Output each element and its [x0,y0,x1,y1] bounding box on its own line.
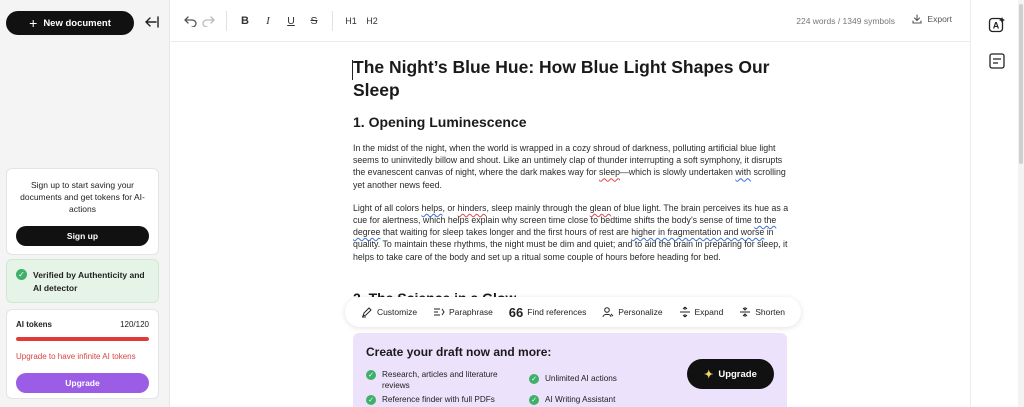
verified-text: Verified by Authenticity and AI detector [33,270,145,293]
personalize-label: Personalize [618,307,663,317]
expand-label: Expand [694,307,724,317]
document-list-icon[interactable] [987,51,1007,71]
paraphrase-icon [433,308,445,316]
download-icon [912,14,922,24]
check-circle-icon: ✓ [529,395,539,405]
check-circle-icon: ✓ [529,374,539,384]
upgrade-promo-card: Create your draft now and more: ✓ Resear… [353,333,787,407]
scrollbar[interactable] [1018,0,1024,407]
grammar-suggestion[interactable]: with [735,167,751,177]
paraphrase-button[interactable]: Paraphrase [433,306,493,318]
grammar-suggestion[interactable]: helps [421,203,442,213]
paragraph[interactable]: Light of all colors helps, or hinders, s… [353,202,789,263]
find-references-label: Find references [527,307,587,317]
toolbar-divider [226,11,227,31]
editor-toolbar: B I U S H1 H2 224 words / 1349 symbols E… [171,0,970,42]
section-heading[interactable]: 1. Opening Luminescence [353,113,789,131]
right-rail: A [970,0,1024,407]
promo-heading: Create your draft now and more: [366,345,552,359]
spelling-suggestion[interactable]: hinders [458,203,487,213]
redo-icon[interactable] [200,13,216,29]
new-document-button[interactable]: + New document [6,11,134,35]
export-button[interactable]: Export [912,14,952,24]
sidebar: + New document Sign up to start saving y… [0,0,170,407]
scrollbar-thumb[interactable] [1019,4,1023,164]
promo-feature: ✓ Reference finder with full PDFs [366,394,526,405]
underline-button[interactable]: U [283,13,299,29]
expand-button[interactable]: Expand [679,306,724,318]
word-count: 224 words / 1349 symbols [796,16,895,26]
ai-tokens-progress [16,337,149,341]
italic-button[interactable]: I [260,13,276,29]
pen-icon [361,307,372,318]
document-body[interactable]: The Night’s Blue Hue: How Blue Light Sha… [353,56,789,263]
collapse-sidebar-icon[interactable] [143,13,161,31]
plus-icon: + [29,15,38,31]
ai-tokens-card: AI tokens 120/120 Upgrade to have infini… [6,309,159,399]
user-icon [602,307,614,318]
check-circle-icon: ✓ [366,395,376,405]
quote-icon: 66 [508,304,524,320]
check-circle-icon: ✓ [366,370,376,380]
customize-button[interactable]: Customize [361,306,417,318]
shorten-icon [740,307,751,317]
spelling-suggestion[interactable]: glean [590,203,612,213]
paraphrase-label: Paraphrase [448,307,493,317]
promo-feature: ✓ Unlimited AI actions [529,373,679,384]
promo-feature: ✓ AI Writing Assistant [529,394,679,405]
promo-upgrade-button[interactable]: ✦ Upgrade [687,359,774,389]
personalize-button[interactable]: Personalize [602,306,663,318]
shorten-button[interactable]: Shorten [739,306,785,318]
upgrade-warning: Upgrade to have infinite AI tokens [16,352,136,361]
undo-icon[interactable] [182,13,198,29]
bold-button[interactable]: B [237,13,253,29]
verified-card: ✓ Verified by Authenticity and AI detect… [6,259,159,303]
export-label: Export [927,14,952,24]
signup-card: Sign up to start saving your documents a… [6,168,159,255]
ai-action-bar: Customize Paraphrase 66 Find references … [345,297,801,327]
sidebar-upgrade-button[interactable]: Upgrade [16,373,149,393]
find-references-button[interactable]: 66 Find references [509,306,587,319]
svg-text:A: A [993,21,1000,31]
promo-upgrade-label: Upgrade [718,368,757,380]
app-root: + New document Sign up to start saving y… [0,0,1024,407]
expand-icon [679,306,690,318]
ai-tokens-count: 120/120 [120,320,149,329]
heading1-button[interactable]: H1 [342,13,360,29]
shorten-label: Shorten [755,307,785,317]
strikethrough-button[interactable]: S [306,13,322,29]
paragraph[interactable]: In the midst of the night, when the worl… [353,142,789,191]
signup-message: Sign up to start saving your documents a… [20,180,145,214]
grammar-suggestion[interactable]: higher in fragmentation and worse [631,227,764,237]
ai-tokens-label: AI tokens [16,320,53,329]
ai-detector-icon[interactable]: A [987,15,1007,35]
toolbar-divider [332,11,333,31]
check-circle-icon: ✓ [16,269,27,280]
promo-feature: ✓ Research, articles and literature revi… [366,369,516,391]
spelling-suggestion[interactable]: sleep [599,167,620,177]
heading2-button[interactable]: H2 [363,13,381,29]
customize-label: Customize [376,307,418,317]
signup-button[interactable]: Sign up [16,226,149,246]
sparkle-icon: ✦ [704,368,714,381]
new-document-label: New document [43,17,111,29]
document-title[interactable]: The Night’s Blue Hue: How Blue Light Sha… [353,56,789,102]
ai-tokens-progress-fill [16,337,149,341]
